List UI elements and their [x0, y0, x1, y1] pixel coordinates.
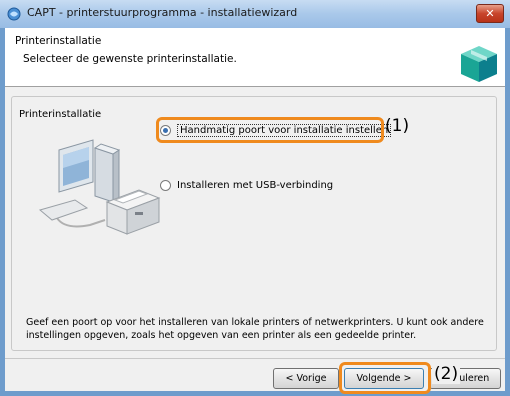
- close-button[interactable]: ✕: [476, 4, 504, 23]
- callout-2-box: [339, 362, 431, 394]
- computer-printer-illustration: [38, 139, 161, 235]
- callout-2-label: (2): [432, 364, 461, 384]
- wizard-header: Printerinstallatie Selecteer de gewenste…: [5, 28, 505, 87]
- close-icon: ✕: [485, 7, 495, 20]
- printer-box-icon: [461, 46, 497, 82]
- option-usb[interactable]: Installeren met USB-verbinding: [160, 180, 333, 191]
- radio-usb[interactable]: [160, 180, 171, 191]
- client-area: Printerinstallatie Selecteer de gewenste…: [5, 28, 505, 394]
- group-label: Printerinstallatie: [17, 109, 104, 120]
- window-title: CAPT - printerstuurprogramma - installat…: [27, 6, 298, 19]
- option-usb-label: Installeren met USB-verbinding: [177, 180, 334, 191]
- wizard-app-icon: [7, 7, 21, 21]
- callout-1-box: [156, 117, 384, 143]
- title-bar: CAPT - printerstuurprogramma - installat…: [0, 0, 510, 28]
- button-separator: [5, 358, 505, 359]
- callout-1-label: (1): [385, 116, 410, 136]
- header-title: Printerinstallatie: [15, 35, 102, 47]
- wizard-window: CAPT - printerstuurprogramma - installat…: [0, 0, 510, 396]
- install-description: Geef een poort op voor het installeren v…: [26, 317, 484, 341]
- header-subtitle: Selecteer de gewenste printerinstallatie…: [23, 53, 237, 65]
- back-button[interactable]: < Vorige: [273, 368, 339, 389]
